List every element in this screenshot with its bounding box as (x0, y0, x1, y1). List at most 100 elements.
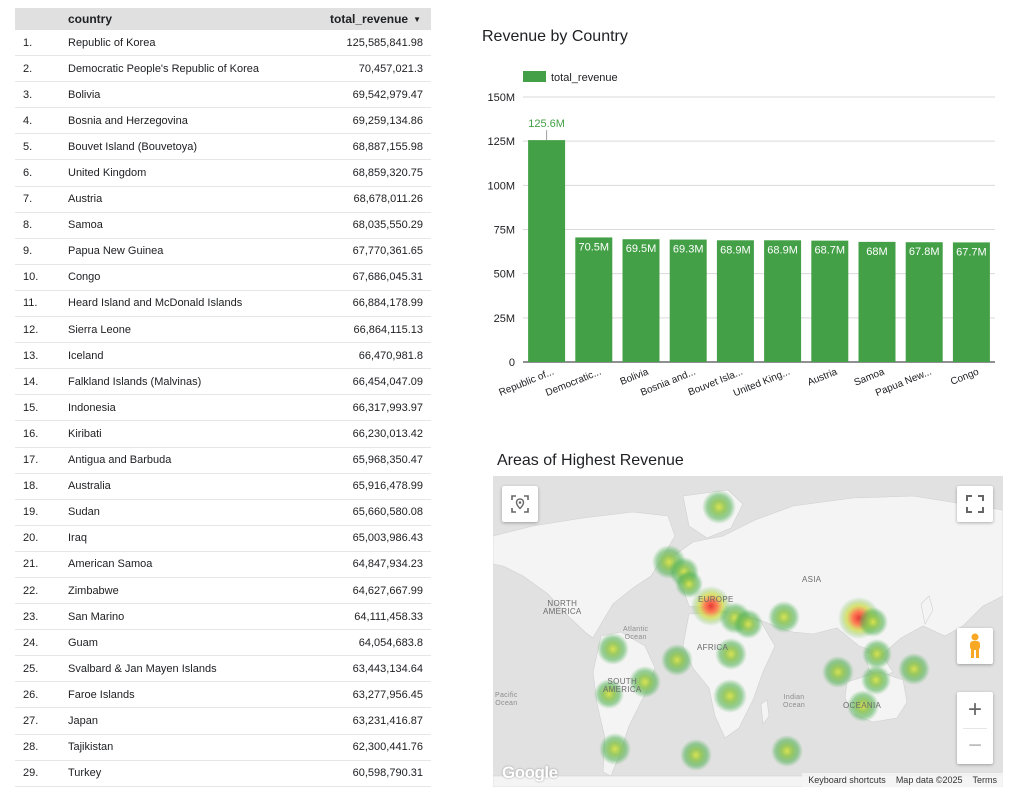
revenue-table: country total_revenue ▼ 1. Republic of Ko… (15, 8, 431, 787)
table-row[interactable]: 9. Papua New Guinea 67,770,361.65 (15, 239, 431, 265)
y-tick-label: 0 (509, 357, 515, 369)
row-revenue: 68,859,320.75 (352, 167, 423, 180)
street-view-pegman[interactable] (957, 628, 993, 664)
row-country: Sierra Leone (68, 323, 131, 336)
table-row[interactable]: 22. Zimbabwe 64,627,667.99 (15, 578, 431, 605)
row-index: 22. (23, 584, 39, 597)
locate-icon (511, 495, 529, 513)
row-revenue: 63,231,416.87 (352, 714, 423, 727)
zoom-out-button[interactable]: − (957, 728, 993, 764)
table-row[interactable]: 25. Svalbard & Jan Mayen Islands 63,443,13… (15, 656, 431, 683)
country-column-header[interactable]: country (68, 12, 261, 26)
bar (716, 240, 754, 362)
table-row[interactable]: 6. United Kingdom 68,859,320.75 (15, 160, 431, 187)
table-row[interactable]: 19. Sudan 65,660,580.08 (15, 500, 431, 526)
row-country: Bosnia and Herzegovina (68, 114, 188, 127)
label-pacific-ocean: Pacific Ocean (495, 692, 518, 707)
heat-point (858, 607, 888, 637)
keyboard-shortcuts-link[interactable]: Keyboard shortcuts (808, 775, 886, 785)
table-row[interactable]: 13. Iceland 66,470,981.8 (15, 343, 431, 370)
row-country: Heard Island and McDonald Islands (68, 297, 243, 310)
locate-me-button[interactable] (502, 486, 538, 522)
table-row[interactable]: 4. Bosnia and Herzegovina 69,259,134.86 (15, 108, 431, 135)
table-row[interactable]: 17. Antigua and Barbuda 65,968,350.47 (15, 448, 431, 474)
row-index: 11. (23, 297, 38, 310)
y-tick-label: 150M (487, 92, 515, 104)
heat-map[interactable]: NORTH AMERICA SOUTH AMERICA EUROPE ASIA … (493, 476, 1003, 787)
row-country: United Kingdom (68, 167, 147, 180)
row-revenue: 66,454,047.09 (352, 375, 423, 388)
row-country: Samoa (68, 219, 103, 232)
row-revenue: 68,887,155.98 (352, 140, 423, 153)
row-country: Democratic People's Republic of Korea (68, 62, 260, 75)
y-tick-label: 125M (487, 136, 515, 148)
sort-desc-icon[interactable]: ▼ (413, 15, 421, 24)
table-row[interactable]: 12. Sierra Leone 66,864,115.13 (15, 317, 431, 344)
revenue-column-header[interactable]: total_revenue ▼ (261, 12, 431, 26)
bar-value-label: 125.6M (528, 118, 565, 130)
row-revenue: 64,111,458.33 (354, 610, 423, 623)
row-index: 23. (23, 610, 39, 623)
row-revenue: 63,443,134.64 (352, 662, 423, 675)
table-row[interactable]: 5. Bouvet Island (Bouvetoya) 68,887,155.98 (15, 134, 431, 161)
table-row[interactable]: 24. Guam 64,054,683.8 (15, 630, 431, 657)
terms-link[interactable]: Terms (973, 775, 998, 785)
row-revenue: 65,660,580.08 (352, 506, 423, 519)
row-revenue: 69,542,979.47 (352, 88, 423, 101)
heat-point (713, 679, 747, 713)
row-index: 3. (23, 88, 33, 101)
table-row[interactable]: 3. Bolivia 69,542,979.47 (15, 82, 431, 109)
table-row[interactable]: 28. Tajikistan 62,300,441.76 (15, 735, 431, 761)
bar-chart: total_revenue 0 25M 50M 75M 100M 125M 150M 125.6… (470, 20, 1010, 420)
table-row[interactable]: 18. Australia 65,916,478.99 (15, 474, 431, 500)
table-row[interactable]: 2. Democratic People's Republic of Korea 7… (15, 56, 431, 83)
table-row[interactable]: 1. Republic of Korea 125,585,841.98 (15, 30, 431, 57)
row-revenue: 64,627,667.99 (352, 584, 423, 597)
row-revenue: 60,598,790.31 (352, 767, 423, 780)
label-atlantic-ocean: Atlantic Ocean (623, 626, 649, 641)
bar (622, 239, 660, 362)
table-row[interactable]: 11. Heard Island and McDonald Islands 66,8… (15, 291, 431, 318)
label-north-america: NORTH AMERICA (543, 599, 582, 616)
map-section: Areas of Highest Revenue NORTH AMERICA S… (493, 448, 1003, 788)
heat-point (599, 733, 631, 765)
row-revenue: 67,686,045.31 (352, 271, 423, 284)
row-country: Turkey (68, 767, 102, 780)
table-body: 1. Republic of Korea 125,585,841.98 2. Democ… (15, 30, 431, 787)
map-canvas[interactable] (493, 476, 1003, 787)
row-revenue: 63,277,956.45 (352, 688, 423, 701)
fullscreen-button[interactable] (957, 486, 993, 522)
table-row[interactable]: 7. Austria 68,678,011.26 (15, 187, 431, 213)
bar-value-label: 68.7M (815, 245, 846, 257)
table-row[interactable]: 27. Japan 63,231,416.87 (15, 708, 431, 735)
table-row[interactable]: 14. Falkland Islands (Malvinas) 66,454,047… (15, 369, 431, 396)
row-index: 4. (23, 114, 33, 127)
row-country: Austria (68, 193, 103, 206)
row-index: 10. (23, 271, 39, 284)
row-index: 7. (23, 193, 33, 206)
row-country: Zimbabwe (68, 584, 119, 597)
table-row[interactable]: 15. Indonesia 66,317,993.97 (15, 395, 431, 422)
row-index: 6. (23, 167, 33, 180)
row-revenue: 62,300,441.76 (352, 741, 423, 754)
table-row[interactable]: 10. Congo 67,686,045.31 (15, 265, 431, 291)
table-row[interactable]: 26. Faroe Islands 63,277,956.45 (15, 682, 431, 709)
heat-point (822, 656, 854, 688)
table-row[interactable]: 20. Iraq 65,003,986.43 (15, 526, 431, 552)
y-tick-label: 25M (494, 313, 515, 325)
map-title: Areas of Highest Revenue (497, 452, 684, 469)
bar (952, 242, 990, 362)
row-index: 1. (23, 36, 33, 49)
zoom-in-button[interactable]: + (957, 692, 993, 728)
row-revenue: 65,003,986.43 (352, 532, 423, 545)
google-logo: Google (502, 763, 558, 782)
table-row[interactable]: 29. Turkey 60,598,790.31 (15, 761, 431, 787)
table-row[interactable]: 16. Kiribati 66,230,013.42 (15, 421, 431, 448)
row-revenue: 66,864,115.13 (353, 323, 423, 336)
bar-value-label: 67.8M (909, 246, 940, 258)
table-row[interactable]: 21. American Samoa 64,847,934.23 (15, 552, 431, 578)
table-row[interactable]: 23. San Marino 64,111,458.33 (15, 604, 431, 631)
row-revenue: 69,259,134.86 (352, 114, 423, 127)
table-row[interactable]: 8. Samoa 68,035,550.29 (15, 213, 431, 239)
row-index: 17. (23, 454, 39, 467)
